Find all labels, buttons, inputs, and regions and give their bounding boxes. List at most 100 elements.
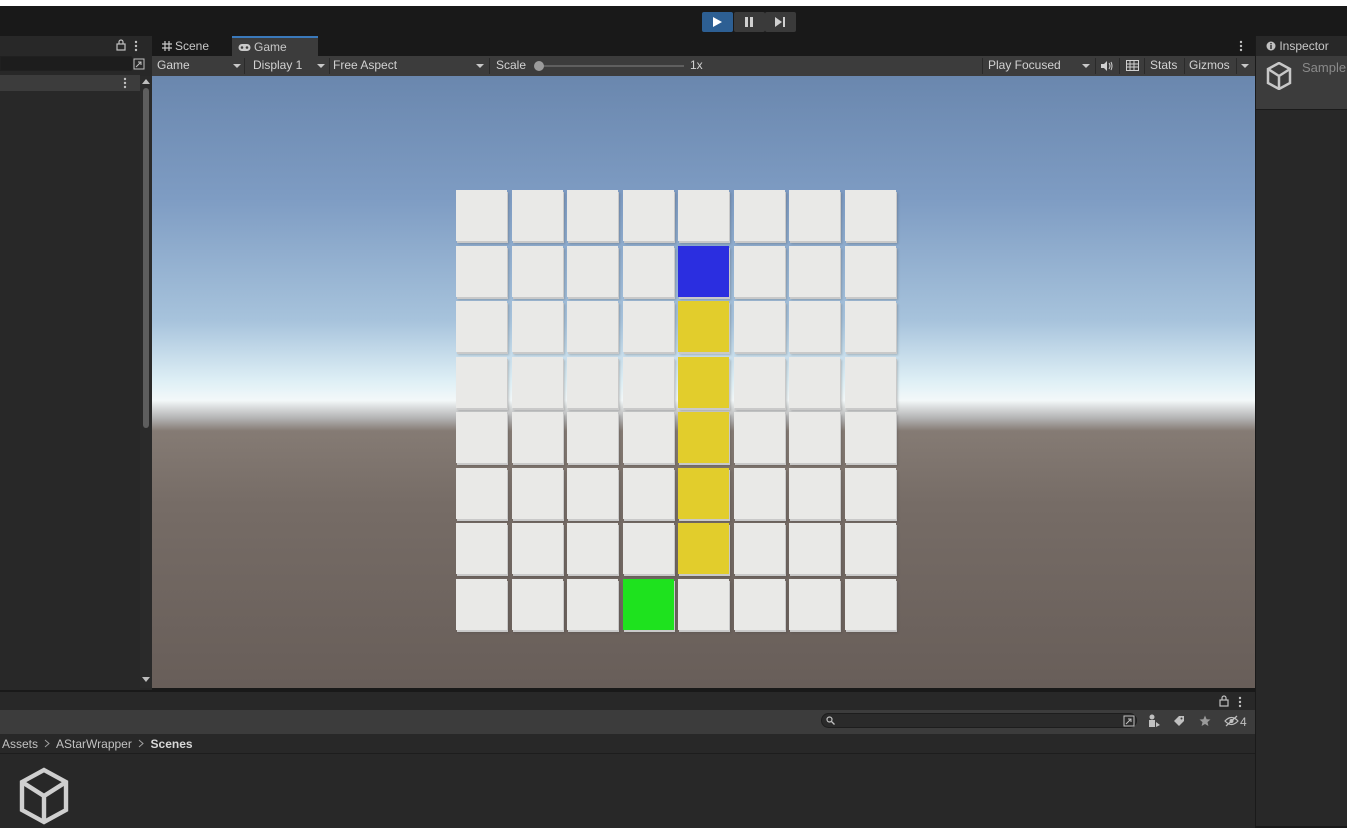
hierarchy-scrollbar[interactable]: [140, 76, 152, 688]
keyboard-grid-icon[interactable]: [1126, 60, 1139, 71]
aspect-label: Free Aspect: [333, 58, 398, 72]
audio-mute-icon[interactable]: [1100, 60, 1113, 72]
scale-slider-handle[interactable]: [534, 61, 544, 71]
tile: [456, 467, 507, 519]
game-viewport[interactable]: [152, 76, 1255, 688]
tile-grid: [456, 190, 896, 630]
gizmos-dropdown-chevron-icon[interactable]: [1241, 64, 1249, 68]
aspect-dropdown[interactable]: Free Aspect: [333, 56, 487, 76]
tile-path: [678, 523, 729, 574]
tile: [844, 412, 896, 463]
tile: [622, 523, 674, 574]
inspector-object-name: Sample: [1302, 60, 1347, 75]
kebab-menu-icon[interactable]: [134, 40, 138, 52]
tile: [733, 190, 785, 241]
lock-icon[interactable]: [1219, 695, 1229, 707]
search-expand-icon[interactable]: [1123, 715, 1135, 727]
pause-icon: [745, 17, 753, 27]
view-mode-label: Game: [157, 58, 190, 72]
inspector-tab-label: Inspector: [1279, 39, 1329, 53]
divider: [1095, 58, 1096, 74]
scroll-up-icon[interactable]: [142, 78, 150, 84]
scale-value: 1x: [690, 58, 703, 72]
tab-game[interactable]: Game: [232, 36, 318, 58]
filter-by-type-icon[interactable]: [1147, 714, 1161, 728]
view-mode-dropdown[interactable]: Game: [157, 56, 242, 76]
tile: [622, 301, 674, 352]
chevron-right-icon: [138, 739, 144, 748]
gizmos-button[interactable]: Gizmos: [1189, 56, 1230, 76]
kebab-menu-icon[interactable]: [1239, 40, 1243, 52]
pause-button[interactable]: [734, 12, 765, 32]
kebab-menu-icon[interactable]: [123, 77, 127, 89]
tile: [511, 523, 563, 574]
tile: [844, 301, 896, 352]
tile: [567, 245, 618, 297]
tile: [456, 301, 507, 352]
scale-slider-track[interactable]: [539, 65, 684, 67]
project-search-input[interactable]: [821, 713, 1137, 728]
tab-scene[interactable]: Scene: [156, 36, 217, 56]
tile: [622, 467, 674, 519]
scroll-thumb[interactable]: [143, 88, 149, 428]
tile: [789, 412, 840, 463]
project-file-grid: [0, 754, 1255, 828]
tile: [733, 578, 785, 630]
label-tag-icon[interactable]: [1173, 715, 1185, 727]
tile: [456, 190, 507, 241]
tile: [511, 578, 563, 630]
favorite-star-icon[interactable]: [1199, 715, 1211, 727]
lock-icon[interactable]: [116, 39, 126, 51]
stats-button[interactable]: Stats: [1150, 56, 1177, 76]
kebab-menu-icon[interactable]: [1238, 696, 1242, 708]
tile: [456, 245, 507, 297]
tile: [622, 356, 674, 408]
tab-game-label: Game: [254, 40, 287, 54]
tile: [456, 412, 507, 463]
hierarchy-scene-row[interactable]: [0, 75, 140, 91]
divider: [1119, 58, 1120, 74]
tile: [456, 356, 507, 408]
tile: [733, 523, 785, 574]
tile: [511, 301, 563, 352]
view-tab-bar: Scene Game: [152, 36, 1255, 58]
tile: [678, 578, 729, 630]
scale-label: Scale: [496, 58, 527, 72]
tile: [511, 190, 563, 241]
tile: [511, 412, 563, 463]
tab-scene-label: Scene: [175, 39, 210, 53]
tile: [567, 190, 618, 241]
divider: [1236, 58, 1237, 74]
tile: [567, 301, 618, 352]
breadcrumb-item-scenes[interactable]: Scenes: [151, 737, 193, 751]
tile-path: [678, 356, 729, 408]
tile: [789, 523, 840, 574]
play-mode-dropdown[interactable]: Play Focused: [988, 56, 1092, 76]
tile: [789, 245, 840, 297]
tile: [733, 301, 785, 352]
tile: [789, 467, 840, 519]
play-button[interactable]: [702, 12, 733, 32]
tile: [844, 523, 896, 574]
tile: [844, 190, 896, 241]
step-button[interactable]: [765, 12, 796, 32]
unity-scene-asset-icon[interactable]: [18, 767, 70, 825]
chevron-right-icon: [45, 739, 51, 748]
display-dropdown[interactable]: Display 1: [253, 56, 327, 76]
inspector-panel: Inspector Sample: [1255, 36, 1347, 826]
info-icon: [1266, 41, 1276, 51]
breadcrumb-item-assets[interactable]: Assets: [2, 737, 38, 751]
tile: [622, 412, 674, 463]
search-expand-icon[interactable]: [133, 58, 145, 70]
breadcrumb-item-astarwrapper[interactable]: AStarWrapper: [56, 737, 132, 751]
divider: [1184, 58, 1185, 74]
tile-start: [678, 245, 729, 297]
gamepad-icon: [238, 44, 251, 51]
tile: [844, 356, 896, 408]
scroll-down-icon[interactable]: [142, 677, 150, 683]
play-mode-label: Play Focused: [988, 58, 1061, 72]
hidden-packages-icon[interactable]: [1224, 715, 1239, 727]
hierarchy-search-input[interactable]: [0, 56, 133, 71]
tab-inspector[interactable]: Inspector: [1256, 36, 1347, 56]
tile: [511, 356, 563, 408]
